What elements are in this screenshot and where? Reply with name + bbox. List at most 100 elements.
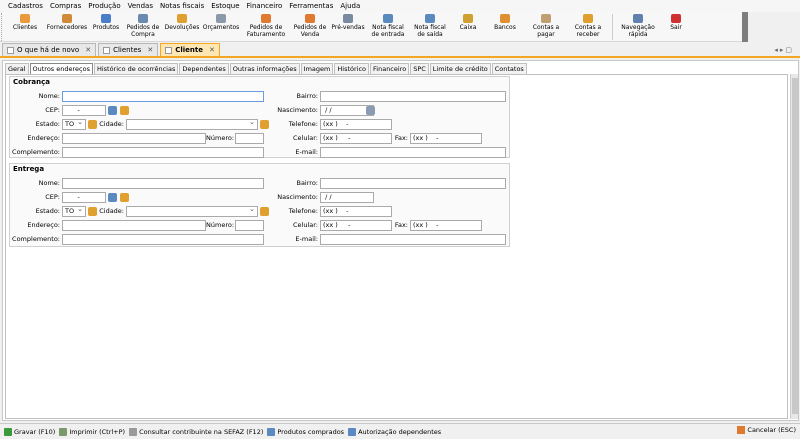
email-input[interactable] (320, 234, 506, 245)
subtab-item[interactable]: Outros endereços (29, 63, 93, 74)
cep-input[interactable]: - (62, 192, 106, 203)
email-label: E-mail: (295, 148, 318, 156)
celular-input[interactable]: (xx ) - (320, 220, 392, 231)
close-icon[interactable]: ✕ (209, 46, 215, 54)
endereco-input[interactable] (62, 133, 206, 144)
toolbar-sales-order-button[interactable]: Pedidos de Venda (291, 12, 329, 41)
receivable-icon (583, 14, 593, 23)
cidade-label: Cidade: (99, 120, 124, 128)
search-cep-icon[interactable] (108, 193, 117, 202)
supplier-icon (62, 14, 72, 23)
tab-nav-arrows[interactable]: ◂▸▢ (774, 46, 794, 54)
menu-item[interactable]: Estoque (211, 2, 239, 10)
subtab-item[interactable]: Contatos (491, 63, 527, 74)
toolbar-receivable-button[interactable]: Contas a receber (567, 12, 609, 41)
dependents-auth-button[interactable]: Autorização dependentes (348, 427, 441, 436)
bairro-input[interactable] (320, 91, 506, 102)
cidade-select[interactable] (126, 118, 258, 130)
menu-item[interactable]: Financeiro (247, 2, 283, 10)
estado-select[interactable]: TO (62, 205, 86, 217)
complemento-input[interactable] (62, 234, 264, 245)
print-button[interactable]: Imprimir (Ctrl+P) (59, 427, 125, 436)
toolbar-label: Produtos (92, 24, 120, 31)
email-input[interactable] (320, 147, 506, 158)
subtab-item[interactable]: Geral (5, 63, 29, 74)
subtab-item[interactable]: Limite de crédito (429, 63, 491, 74)
folder-icon[interactable] (260, 207, 269, 216)
toolbar-billing-order-button[interactable]: Pedidos de Faturamento (241, 12, 291, 41)
menu-item[interactable]: Ferramentas (289, 2, 333, 10)
box-icon (101, 14, 111, 23)
menu-item[interactable]: Vendas (128, 2, 153, 10)
fax-input[interactable]: (xx ) - (410, 220, 482, 231)
numero-input[interactable] (235, 220, 264, 231)
toolbar-label: Navegação rápida (621, 24, 655, 38)
subtab-item[interactable]: SPC (410, 63, 429, 74)
toolbar-purchase-order-button[interactable]: Pedidos de Compra (123, 12, 163, 41)
tab-clientes[interactable]: Clientes ✕ (98, 43, 159, 56)
bank-icon (500, 14, 510, 23)
cancel-button[interactable]: Cancelar (ESC) (737, 426, 796, 434)
toolbar-supplier-button[interactable]: Fornecedores (45, 12, 89, 41)
sefaz-button[interactable]: Consultar contribuinte na SEFAZ (F12) (129, 427, 263, 436)
nome-input[interactable] (62, 178, 264, 189)
folder-icon[interactable] (260, 120, 269, 129)
toolbar-overflow[interactable] (742, 12, 748, 42)
toolbar-bank-button[interactable]: Bancos (485, 12, 525, 41)
folder-icon[interactable] (120, 193, 129, 202)
close-icon[interactable]: ✕ (85, 46, 91, 54)
tab-whats-new[interactable]: O que há de novo ✕ (2, 43, 97, 56)
celular-input[interactable]: (xx ) - (320, 133, 392, 144)
purchased-products-button[interactable]: Produtos comprados (267, 427, 344, 436)
subtab-item[interactable]: Financeiro (370, 63, 410, 74)
bairro-input[interactable] (320, 178, 506, 189)
toolbar-box-button[interactable]: Produtos (89, 12, 123, 41)
vertical-scrollbar[interactable] (790, 74, 798, 419)
numero-input[interactable] (235, 133, 264, 144)
fax-input[interactable]: (xx ) - (410, 133, 482, 144)
scrollbar-thumb[interactable] (792, 78, 798, 414)
calendar-icon[interactable] (366, 106, 375, 115)
subtab-item[interactable]: Histórico de ocorrências (93, 63, 179, 74)
toolbar-payable-button[interactable]: Contas a pagar (525, 12, 567, 41)
complemento-input[interactable] (62, 147, 264, 158)
menu-bar: Cadastros Compras Produção Vendas Notas fisc… (0, 0, 800, 12)
toolbar-cart-button[interactable]: Pré-vendas (329, 12, 367, 41)
toolbar-return-button[interactable]: Devoluções (163, 12, 201, 41)
save-button[interactable]: Gravar (F10) (4, 427, 55, 436)
menu-item[interactable]: Ajuda (340, 2, 360, 10)
close-icon[interactable]: ✕ (147, 46, 153, 54)
telefone-input[interactable]: (xx ) - (320, 206, 392, 217)
subtab-item[interactable]: Imagem (300, 63, 334, 74)
nome-label: Nome: (38, 179, 60, 187)
toolbar-cashier-button[interactable]: Caixa (451, 12, 485, 41)
telefone-input[interactable]: (xx ) - (320, 119, 392, 130)
menu-item[interactable]: Cadastros (8, 2, 43, 10)
folder-icon[interactable] (120, 106, 129, 115)
tab-cliente[interactable]: Cliente ✕ (160, 43, 220, 56)
purchase-order-icon (138, 14, 148, 23)
menu-item[interactable]: Compras (50, 2, 81, 10)
toolbar-quick-nav-button[interactable]: Navegação rápida (616, 12, 660, 41)
subtab-item[interactable]: Outras informações (229, 63, 300, 74)
cidade-select[interactable] (126, 205, 258, 217)
nome-input[interactable] (62, 91, 264, 102)
toolbar-power-button[interactable]: Sair (660, 12, 692, 41)
toolbar-invoice-out-button[interactable]: Nota fiscal de saída (409, 12, 451, 41)
toolbar-label: Fornecedores (46, 24, 88, 31)
nascimento-input[interactable]: / / (320, 192, 374, 203)
cart-icon (343, 14, 353, 23)
toolbar-quote-button[interactable]: Orçamentos (201, 12, 241, 41)
cep-input[interactable]: - (62, 105, 106, 116)
menu-item[interactable]: Produção (88, 2, 120, 10)
subtab-item[interactable]: Dependentes (179, 63, 229, 74)
search-cep-icon[interactable] (108, 106, 117, 115)
toolbar-user-button[interactable]: Clientes (5, 12, 45, 41)
menu-item[interactable]: Notas fiscais (160, 2, 204, 10)
estado-select[interactable]: TO (62, 118, 86, 130)
toolbar-invoice-in-button[interactable]: Nota fiscal de entrada (367, 12, 409, 41)
group-title: Cobrança (13, 78, 50, 86)
endereco-input[interactable] (62, 220, 206, 231)
subtab-item[interactable]: Histórico (334, 63, 370, 74)
list-icon (348, 427, 357, 436)
